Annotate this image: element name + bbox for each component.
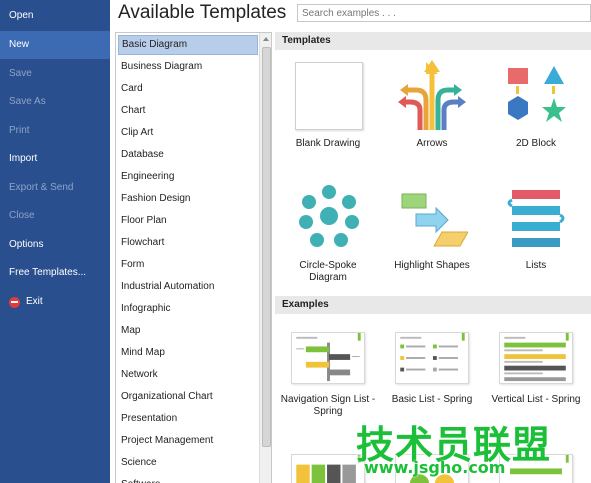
menu-print-label: Print: [9, 125, 30, 136]
category-engineering[interactable]: Engineering: [118, 167, 258, 187]
blank-page-icon: [295, 62, 363, 130]
category-basic-diagram[interactable]: Basic Diagram: [118, 35, 258, 55]
category-floor-plan[interactable]: Floor Plan: [118, 211, 258, 231]
category-business-diagram[interactable]: Business Diagram: [118, 57, 258, 77]
template-arrows[interactable]: Arrows: [384, 54, 480, 164]
arrows-icon: [398, 60, 466, 130]
example-basic-list[interactable]: Basic List - Spring: [384, 324, 480, 424]
lists-icon: [507, 190, 565, 247]
scroll-thumb[interactable]: [262, 47, 271, 447]
basic-list-thumbnail-icon: [395, 332, 469, 384]
example-vertical-list[interactable]: Vertical List - Spring: [488, 324, 584, 424]
category-form[interactable]: Form: [118, 255, 258, 275]
vertical-list-thumbnail-icon: [499, 332, 573, 384]
menu-save[interactable]: Save: [0, 60, 110, 88]
category-clip-art[interactable]: Clip Art: [118, 123, 258, 143]
menu-close[interactable]: Close: [0, 202, 110, 230]
search-input[interactable]: [297, 4, 591, 22]
scroll-up-arrow-icon[interactable]: [260, 33, 271, 45]
examples-section-header: Examples: [275, 296, 591, 314]
backstage-menu: Open New Save Save As Print Import Expor…: [0, 0, 110, 483]
category-database[interactable]: Database: [118, 145, 258, 165]
menu-close-label: Close: [9, 210, 35, 221]
template-blank-drawing-label: Blank Drawing: [295, 138, 361, 149]
navigation-sign-thumbnail-icon: [291, 332, 365, 384]
template-circle-spoke-diagram-label: Circle-Spoke Diagram: [299, 260, 357, 283]
category-network[interactable]: Network: [118, 365, 258, 385]
example-navigation-sign-list[interactable]: Navigation Sign List - Spring: [280, 324, 376, 424]
template-highlight-shapes-label: Highlight Shapes: [394, 260, 470, 271]
watermark: 技术员联盟 www.jsgho.com: [356, 414, 556, 480]
highlight-shapes-icon: [401, 193, 468, 247]
category-list: Basic Diagram Business Diagram Card Char…: [115, 32, 272, 483]
menu-new[interactable]: New: [0, 31, 110, 59]
menu-open-label: Open: [9, 10, 34, 21]
menu-open[interactable]: Open: [0, 2, 110, 30]
menu-free-templates-label: Free Templates...: [9, 267, 87, 278]
menu-export-send[interactable]: Export & Send: [0, 174, 110, 202]
category-scrollbar[interactable]: [259, 33, 271, 483]
watermark-url: www.jsgho.com: [364, 458, 506, 477]
category-software[interactable]: Software: [118, 475, 258, 483]
template-2d-block-label: 2D Block: [515, 138, 556, 149]
category-fashion-design[interactable]: Fashion Design: [118, 189, 258, 209]
example-basic-list-label: Basic List - Spring: [391, 394, 473, 405]
menu-options-label: Options: [9, 239, 44, 250]
category-project-management[interactable]: Project Management: [118, 431, 258, 451]
menu-options[interactable]: Options: [0, 231, 110, 259]
templates-section-header: Templates: [275, 32, 591, 50]
menu-save-label: Save: [9, 68, 32, 79]
menu-exit-label: Exit: [26, 296, 43, 307]
category-mind-map[interactable]: Mind Map: [118, 343, 258, 363]
menu-new-label: New: [9, 39, 30, 50]
template-blank-drawing[interactable]: Blank Drawing: [280, 54, 376, 164]
menu-print[interactable]: Print: [0, 117, 110, 145]
category-presentation[interactable]: Presentation: [118, 409, 258, 429]
category-chart[interactable]: Chart: [118, 101, 258, 121]
menu-export-send-label: Export & Send: [9, 182, 74, 193]
menu-import-label: Import: [9, 153, 38, 164]
template-2d-block[interactable]: 2D Block: [488, 54, 584, 164]
category-organizational-chart[interactable]: Organizational Chart: [118, 387, 258, 407]
category-flowchart[interactable]: Flowchart: [118, 233, 258, 253]
category-infographic[interactable]: Infographic: [118, 299, 258, 319]
exit-icon: [9, 296, 20, 308]
category-science[interactable]: Science: [118, 453, 258, 473]
circle-spoke-icon: [299, 185, 359, 247]
menu-free-templates[interactable]: Free Templates...: [0, 259, 110, 287]
template-lists-label: Lists: [525, 260, 547, 271]
2d-block-icon: [508, 66, 566, 122]
menu-import[interactable]: Import: [0, 145, 110, 173]
page-title: Available Templates: [118, 2, 287, 23]
menu-save-as[interactable]: Save As: [0, 88, 110, 116]
category-map[interactable]: Map: [118, 321, 258, 341]
example-vertical-list-label: Vertical List - Spring: [491, 394, 581, 405]
category-industrial-automation[interactable]: Industrial Automation: [118, 277, 258, 297]
template-arrows-label: Arrows: [416, 138, 448, 149]
template-lists[interactable]: Lists: [488, 178, 584, 296]
template-highlight-shapes[interactable]: Highlight Shapes: [384, 178, 480, 296]
menu-save-as-label: Save As: [9, 96, 46, 107]
template-circle-spoke-diagram[interactable]: Circle-Spoke Diagram: [280, 178, 376, 296]
example-thumbnail-icon: [291, 454, 365, 483]
menu-exit[interactable]: Exit: [0, 288, 110, 316]
category-card[interactable]: Card: [118, 79, 258, 99]
